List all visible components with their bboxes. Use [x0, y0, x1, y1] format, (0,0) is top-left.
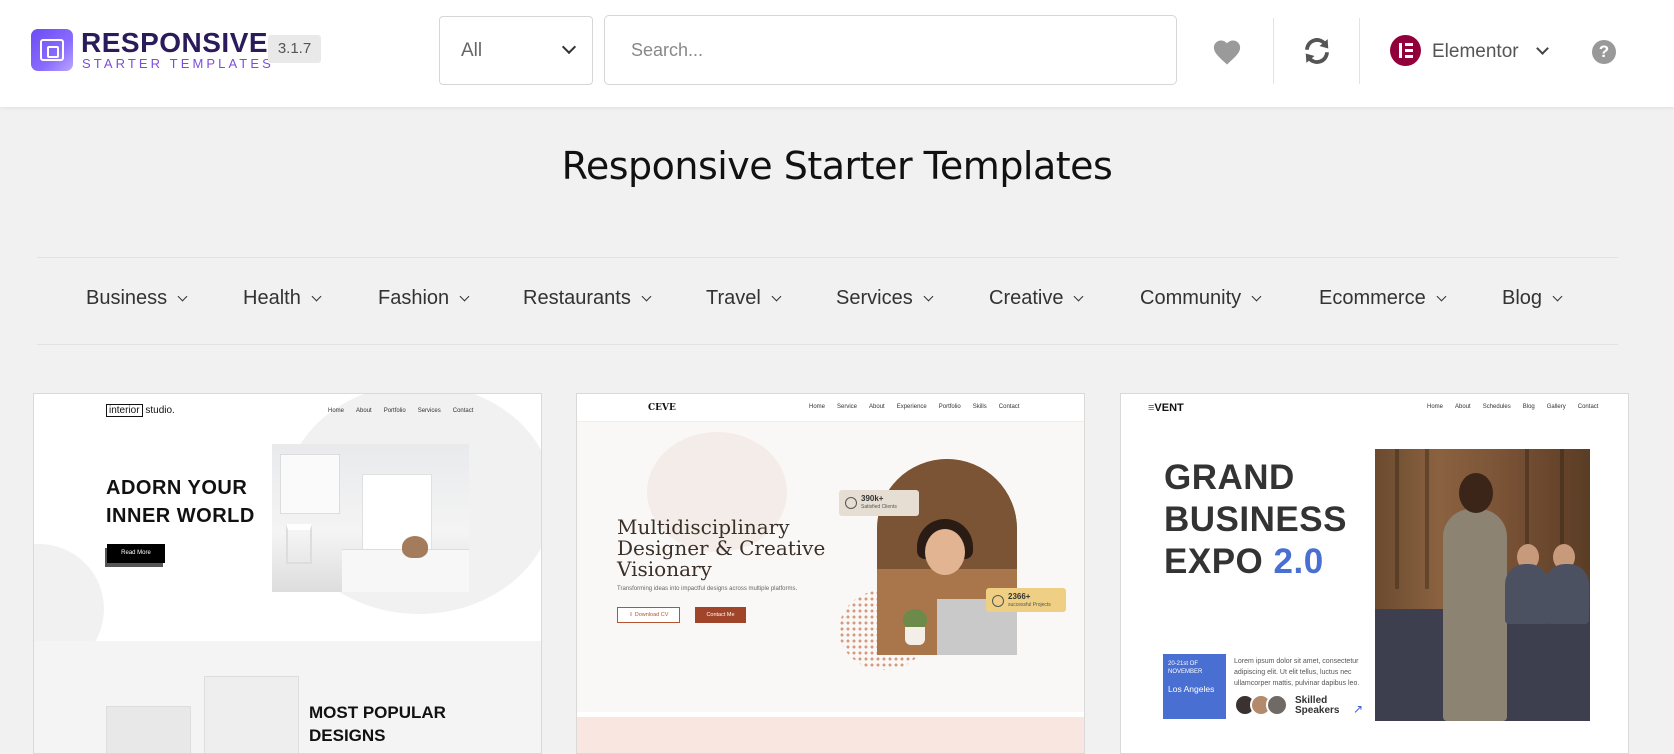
logo-icon [31, 29, 73, 71]
page-builder-label[interactable]: Elementor [1432, 41, 1519, 63]
card-heading: Multidisciplinary Designer & Creative Visi… [617, 515, 826, 581]
favorites-heart-icon[interactable] [1212, 38, 1242, 66]
category-travel[interactable]: Travel [706, 287, 782, 310]
category-fashion[interactable]: Fashion [378, 287, 470, 310]
logo-title: RESPONSIVE [81, 27, 269, 58]
event-date-box: 20-21st OF NOVEMBER Los Angeles [1163, 654, 1226, 719]
chevron-down-icon [1552, 291, 1563, 302]
chevron-down-icon[interactable] [1536, 42, 1549, 55]
card-nav: Home About Portfolio Services Contact [328, 408, 474, 414]
card-description: Lorem ipsum dolor sit amet, consectetur … [1234, 658, 1360, 687]
speakers-label: Skilled Speakers [1295, 695, 1340, 716]
divider [37, 257, 1618, 258]
card-contact-button: Contact Me [695, 607, 746, 623]
elementor-icon[interactable] [1390, 35, 1421, 66]
template-card-ceve[interactable]: CEVE Home Service About Experience Portfolio… [576, 393, 1085, 754]
card-nav: Home Service About Experience Portfolio Skill… [809, 404, 1020, 410]
template-card-event[interactable]: ≡VENT Home About Schedules Blog Gallery Conta… [1120, 393, 1629, 754]
page-title: Responsive Starter Templates [561, 144, 1113, 188]
card-section [34, 641, 541, 753]
category-services[interactable]: Services [836, 287, 934, 310]
chevron-down-icon [1074, 291, 1084, 302]
card-section-heading: MOST POPULAR DESIGNS [309, 703, 446, 745]
category-restaurants[interactable]: Restaurants [523, 287, 652, 310]
card-hero-image [877, 459, 1017, 655]
card-hero-image [1375, 449, 1590, 721]
type-filter-select[interactable]: All [439, 16, 593, 85]
card-heading: ADORN YOUR INNER WORLD [106, 477, 255, 527]
card-subtitle: Transforming ideas into impactful design… [617, 586, 798, 592]
card-logo: interior studio. [106, 404, 175, 417]
card-logo: ≡VENT [1148, 402, 1184, 414]
smile-icon [845, 497, 857, 509]
chevron-down-icon [1251, 291, 1262, 302]
app-header: RESPONSIVE STARTER TEMPLATES 3.1.7 All E… [0, 0, 1674, 107]
type-filter-value: All [461, 40, 483, 61]
template-card-interior-studio[interactable]: interior studio. Home About Portfolio Servi… [33, 393, 542, 754]
chevron-down-icon [311, 291, 322, 302]
chevron-down-icon [177, 291, 188, 302]
check-icon [992, 595, 1004, 607]
card-read-more-button: Read More [107, 544, 165, 563]
search-input[interactable] [604, 15, 1177, 85]
stat-badge: 390k+ Satisfied Clients [839, 490, 919, 516]
card-hero-image [272, 444, 469, 592]
sync-icon[interactable] [1302, 36, 1332, 66]
version-badge: 3.1.7 [268, 35, 321, 63]
category-blog[interactable]: Blog [1502, 287, 1563, 310]
card-nav: Home About Schedules Blog Gallery Contact [1427, 404, 1599, 410]
category-ecommerce[interactable]: Ecommerce [1319, 287, 1447, 310]
chevron-down-icon [923, 291, 934, 302]
card-download-cv-button: ⇩ Download CV [617, 607, 680, 623]
chevron-down-icon [1436, 291, 1447, 302]
divider [1273, 18, 1274, 84]
help-icon[interactable]: ? [1592, 40, 1616, 64]
card-heading: GRAND BUSINESS EXPO 2.0 [1164, 458, 1347, 581]
category-community[interactable]: Community [1140, 287, 1262, 310]
divider [1359, 18, 1360, 84]
category-business[interactable]: Business [86, 287, 188, 310]
logo-subtitle: STARTER TEMPLATES [82, 56, 274, 71]
stat-badge: 2366+ successful Projects [986, 588, 1066, 612]
chevron-down-icon [561, 39, 577, 55]
divider [37, 344, 1618, 345]
chevron-down-icon [771, 291, 782, 302]
chevron-down-icon [641, 291, 652, 302]
category-health[interactable]: Health [243, 287, 322, 310]
speaker-avatars [1234, 694, 1294, 718]
category-creative[interactable]: Creative [989, 287, 1084, 310]
arrow-icon: ↗ [1353, 702, 1364, 716]
chevron-down-icon [459, 291, 470, 302]
card-logo: CEVE [648, 403, 676, 413]
